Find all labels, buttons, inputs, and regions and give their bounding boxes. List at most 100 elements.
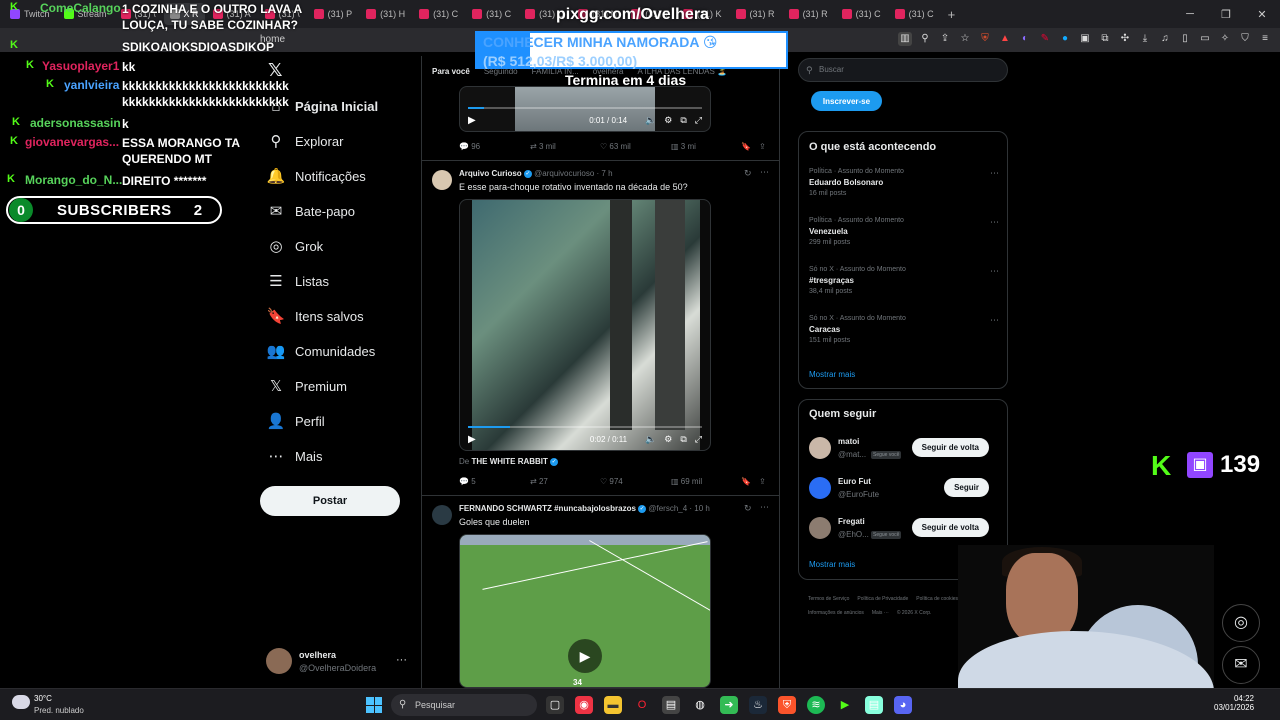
author-name[interactable]: Arquivo Curioso — [459, 169, 522, 178]
source-link[interactable]: THE WHITE RABBIT — [471, 457, 547, 466]
nav-item-bookmark[interactable]: 🔖 Itens salvos — [266, 305, 364, 327]
nav-item-x-premium[interactable]: 𝕏 Premium — [266, 375, 347, 397]
views-button[interactable]: ▥ 3 mi — [671, 142, 696, 151]
video-player[interactable]: ▶ 0:01 / 0:14 🔈 ⚙ ⧉ ⤢ — [459, 86, 711, 132]
browser-tab[interactable]: (31) P — [308, 3, 359, 25]
browser-tab[interactable]: (31) C — [413, 3, 464, 25]
nav-item-list[interactable]: ☰ Listas — [266, 270, 329, 292]
pip-icon[interactable]: ⧉ — [680, 434, 686, 445]
footer-link[interactable]: Política de Privacidade — [857, 592, 908, 606]
sidebar-icon[interactable]: ▥ — [898, 32, 912, 46]
post-time[interactable]: · 10 h — [689, 504, 709, 513]
minimize-icon[interactable]: ─ — [1172, 8, 1208, 20]
brave-rewards-icon[interactable]: ▲ — [998, 32, 1012, 46]
account-switcher[interactable]: ovelhera @OvelheraDoidera ··· — [266, 646, 416, 676]
more-icon[interactable]: ⋯ — [760, 167, 769, 178]
avatar[interactable] — [432, 505, 452, 525]
play-icon[interactable]: ▶ — [468, 115, 476, 126]
trend-item[interactable]: Só no X · Assunto do Momento #tresgraças 3… — [809, 266, 999, 295]
taskbar-search[interactable]: ⚲ Pesquisar — [391, 694, 537, 716]
extension-icon[interactable]: ⧉ — [1098, 32, 1112, 46]
music-icon[interactable]: ♫ — [1158, 32, 1172, 46]
play-icon[interactable]: ▶ — [568, 639, 602, 673]
chrome-icon[interactable]: ◉ — [575, 696, 593, 714]
video-player[interactable]: ▶ 0:02 / 0:11 🔈 ⚙ ⧉ ⤢ — [459, 199, 711, 451]
opera-icon[interactable]: O — [633, 696, 651, 714]
more-icon[interactable]: ··· — [396, 654, 407, 666]
extension-icon[interactable]: ✎ — [1038, 32, 1052, 46]
subscribe-button[interactable]: Inscrever-se — [811, 91, 882, 111]
browser-tab[interactable]: (31) H — [360, 3, 411, 25]
footer-link[interactable]: © 2026 X Corp. — [897, 606, 932, 620]
nav-item-mail[interactable]: ✉ Bate-papo — [266, 200, 355, 222]
nav-item-person[interactable]: 👤 Perfil — [266, 410, 325, 432]
extension-icon[interactable]: ● — [1058, 32, 1072, 46]
extension-icon[interactable]: ▣ — [1078, 32, 1092, 46]
spotify-icon[interactable]: ≋ — [807, 696, 825, 714]
grok-icon[interactable]: ↻ — [744, 168, 752, 179]
download-icon[interactable]: ⤓ — [1138, 32, 1152, 46]
footer-link[interactable]: Informações de anúncios — [808, 606, 864, 620]
more-icon[interactable]: ⋯ — [990, 315, 999, 326]
play-icon[interactable]: ▶ — [468, 434, 476, 445]
share-icon[interactable]: ⇪ — [938, 32, 952, 46]
zoom-icon[interactable]: ⚲ — [918, 32, 932, 46]
footer-link[interactable]: Termos de Serviço — [808, 592, 849, 606]
bookmark-icon[interactable]: 🔖 — [741, 142, 751, 151]
sparkle-icon[interactable]: ✧ — [1218, 32, 1232, 46]
more-icon[interactable]: ⋯ — [990, 168, 999, 179]
follow-name[interactable]: Euro Fut — [838, 477, 871, 486]
trend-item[interactable]: Política · Assunto do Momento Venezuela 29… — [809, 217, 999, 246]
grok-icon[interactable]: ↻ — [744, 503, 752, 514]
repost-button[interactable]: ⇄ 3 mil — [530, 142, 556, 151]
brave-shield-icon[interactable]: ⛨ — [978, 32, 992, 46]
more-icon[interactable]: ⋯ — [760, 502, 769, 513]
puzzle-icon[interactable]: ✣ — [1118, 32, 1132, 46]
views-button[interactable]: ▥ 69 mil — [671, 477, 702, 486]
browser-tab[interactable]: (31) C — [836, 3, 887, 25]
follow-name[interactable]: Fregati — [838, 517, 865, 526]
browser-tab[interactable]: (31) C — [466, 3, 517, 25]
browser-tab[interactable]: (31) R — [783, 3, 834, 25]
more-icon[interactable]: ⋯ — [990, 266, 999, 277]
repost-button[interactable]: ⇄ 27 — [530, 477, 548, 486]
trend-item[interactable]: Política · Assunto do Momento Eduardo Bol… — [809, 168, 999, 197]
fullscreen-icon[interactable]: ⤢ — [695, 115, 702, 126]
author-name[interactable]: FERNANDO SCHWARTZ #nuncabajolosbrazos — [459, 504, 636, 513]
bookmark-star-icon[interactable]: ☆ — [958, 32, 972, 46]
menu-icon[interactable]: ≡ — [1258, 32, 1272, 46]
grok-icon[interactable]: ◎ — [1222, 604, 1260, 642]
show-more-link[interactable]: Mostrar mais — [809, 560, 855, 569]
fullscreen-icon[interactable]: ⤢ — [695, 434, 702, 445]
follow-button[interactable]: Seguir de volta — [911, 438, 989, 457]
show-more-link[interactable]: Mostrar mais — [809, 370, 855, 379]
settings-gear-icon[interactable]: ⚙ — [664, 434, 672, 445]
nav-item-more-circle[interactable]: ⋯ Mais — [266, 445, 323, 467]
follow-button[interactable]: Seguir — [944, 478, 989, 497]
reply-button[interactable]: 💬 5 — [459, 477, 476, 486]
footer-link[interactable]: Política de cookies — [916, 592, 958, 606]
task-view-icon[interactable]: ▢ — [546, 696, 564, 714]
nav-item-communities[interactable]: 👥 Comunidades — [266, 340, 376, 362]
app-icon[interactable]: ➜ — [720, 696, 738, 714]
volume-icon[interactable]: 🔈 — [645, 115, 656, 126]
author-handle[interactable]: @fersch_4 — [648, 504, 687, 513]
avatar[interactable] — [809, 477, 831, 499]
settings-gear-icon[interactable]: ⚙ — [664, 115, 672, 126]
messages-icon[interactable]: ✉ — [1222, 646, 1260, 684]
like-button[interactable]: ♡ 974 — [600, 477, 623, 486]
avatar[interactable] — [432, 170, 452, 190]
extension-icon[interactable]: ◐ — [1018, 32, 1032, 46]
like-button[interactable]: ♡ 63 mil — [600, 142, 631, 151]
close-icon[interactable]: ✕ — [1244, 8, 1280, 21]
notepad-icon[interactable]: ▤ — [865, 696, 883, 714]
maximize-icon[interactable]: ❐ — [1208, 8, 1244, 21]
wallet-icon[interactable]: ▭ — [1198, 32, 1212, 46]
author-handle[interactable]: @arquivocurioso — [534, 169, 594, 178]
avatar[interactable] — [809, 517, 831, 539]
sidebar-toggle-icon[interactable]: ▯ — [1178, 32, 1192, 46]
browser-tab[interactable]: (31) R — [730, 3, 781, 25]
nav-item-search[interactable]: ⚲ Explorar — [266, 130, 344, 152]
obs-icon[interactable]: ◍ — [691, 696, 709, 714]
vpn-icon[interactable]: ⛉ — [1238, 32, 1252, 46]
